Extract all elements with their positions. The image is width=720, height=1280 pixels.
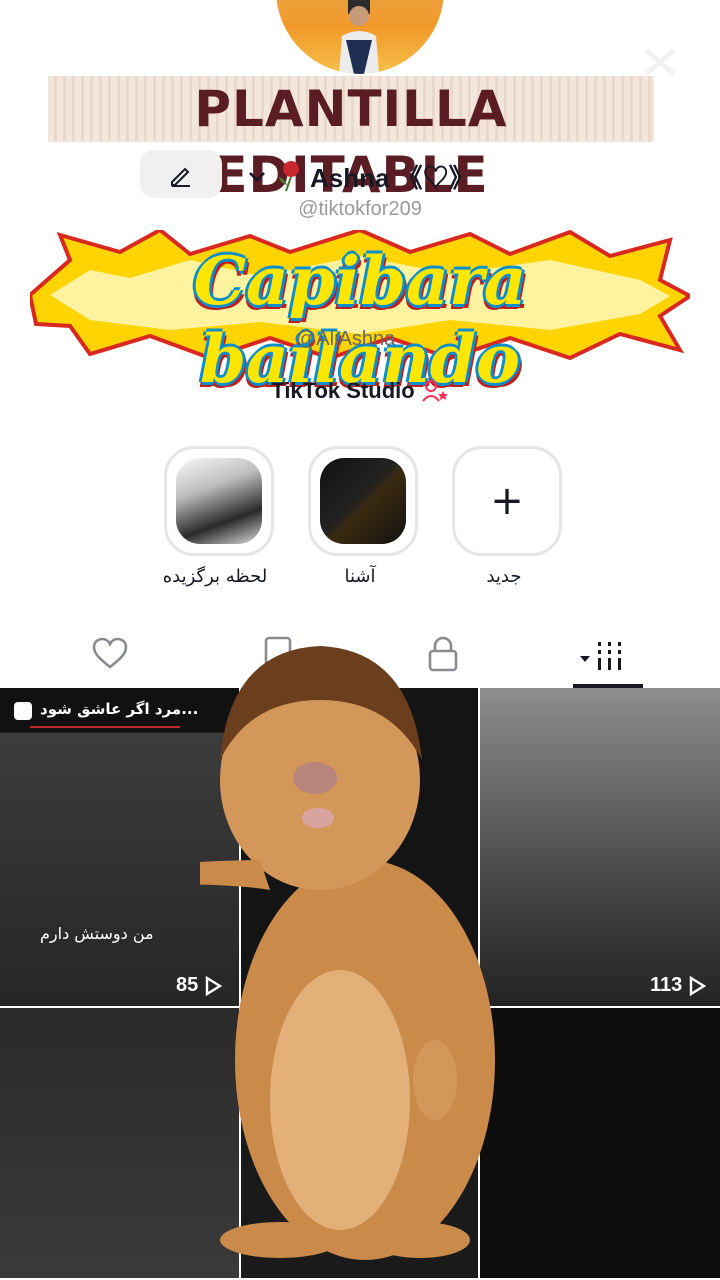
highlight-cover: + [452,446,562,556]
highlight-item[interactable] [164,446,274,556]
videos-grid-icon [580,642,621,670]
repost-icon [14,702,32,720]
highlight-cover [164,446,274,556]
highlight-item[interactable] [308,446,418,556]
highlight-label: جدید [486,566,522,587]
video-caption: من دوستش دارم [40,924,154,943]
rose-icon [279,161,299,192]
avatar-person-image [339,0,379,74]
tab-liked[interactable] [90,634,130,674]
highlight-thumbnail [320,458,406,544]
view-count-text: 85 [176,974,199,996]
sticker-text: Capibara bailando [193,242,527,398]
tiktok-studio-link[interactable]: TikTok Studio [0,378,720,404]
tab-videos[interactable] [580,634,630,674]
title-underline [30,726,180,728]
secondary-handle: @AliAshna [296,328,396,350]
capybara-sticker [200,646,495,1260]
chevron-down-icon [249,172,265,182]
edit-profile-button[interactable] [140,150,222,198]
highlight-label: لحظه برگزیده [162,566,268,587]
account-switcher[interactable]: Ashna 《♡》 [246,156,475,196]
highlight-cover [308,446,418,556]
close-icon[interactable] [636,42,684,82]
new-highlight-button[interactable]: + [452,446,562,556]
pencil-icon [171,167,190,187]
play-icon [690,975,707,996]
heart-icon [92,637,128,669]
display-name: Ashna 《♡》 [310,162,475,193]
username-handle: @tiktokfor209 [298,198,422,220]
studio-user-icon [421,380,448,402]
video-title: مرد اگر عاشق شود... [40,700,199,718]
view-count-text: 113 [650,974,683,996]
profile-avatar[interactable] [276,0,444,74]
template-banner: PLANTILLA EDITABLE [48,76,654,204]
highlight-label: آشنا [344,566,376,587]
view-count: 113 [650,974,707,997]
highlight-thumbnail [176,458,262,544]
tiktok-studio-label: TikTok Studio [271,378,415,403]
plus-icon: + [490,478,524,524]
